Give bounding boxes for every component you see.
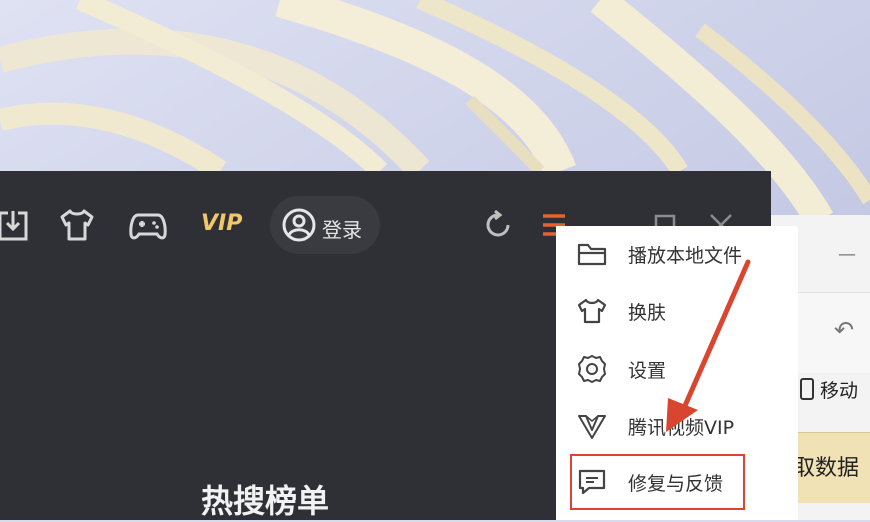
download-icon[interactable] [0,205,30,245]
refresh-icon[interactable] [484,210,514,240]
menu-item-label: 播放本地文件 [628,244,743,267]
phone-icon [800,378,814,400]
menu-item-settings[interactable]: 设置 [570,345,794,393]
menu-item-label: 设置 [628,359,667,382]
menu-item-label: 换肤 [628,301,667,324]
fetch-data-label[interactable]: 取数据 [793,450,859,482]
menu-item-skin[interactable]: 换肤 [570,287,794,335]
gear-icon [576,353,608,385]
user-icon [282,208,316,242]
mobile-label: 移动 [820,379,859,402]
highlight-box [570,454,745,510]
vip-button[interactable]: VIP [201,211,242,236]
menu-item-label: 腾讯视频VIP [628,416,735,439]
background-mobile-button[interactable]: 移动 [800,374,858,404]
login-label: 登录 [322,218,362,242]
background-toolbar [796,292,870,373]
background-minimize-button[interactable]: — [838,244,856,265]
shirt-icon [576,295,608,327]
folder-icon [576,238,608,270]
undo-icon[interactable]: ↶ [834,316,854,344]
vip-crown-icon [576,410,608,442]
skin-shirt-icon[interactable] [58,205,96,245]
hot-search-title: 热搜榜单 [201,482,330,520]
menu-item-play-local-file[interactable]: 播放本地文件 [570,230,794,278]
menu-item-tencent-video-vip[interactable]: 腾讯视频VIP [570,402,794,450]
gamepad-icon[interactable] [128,205,168,245]
